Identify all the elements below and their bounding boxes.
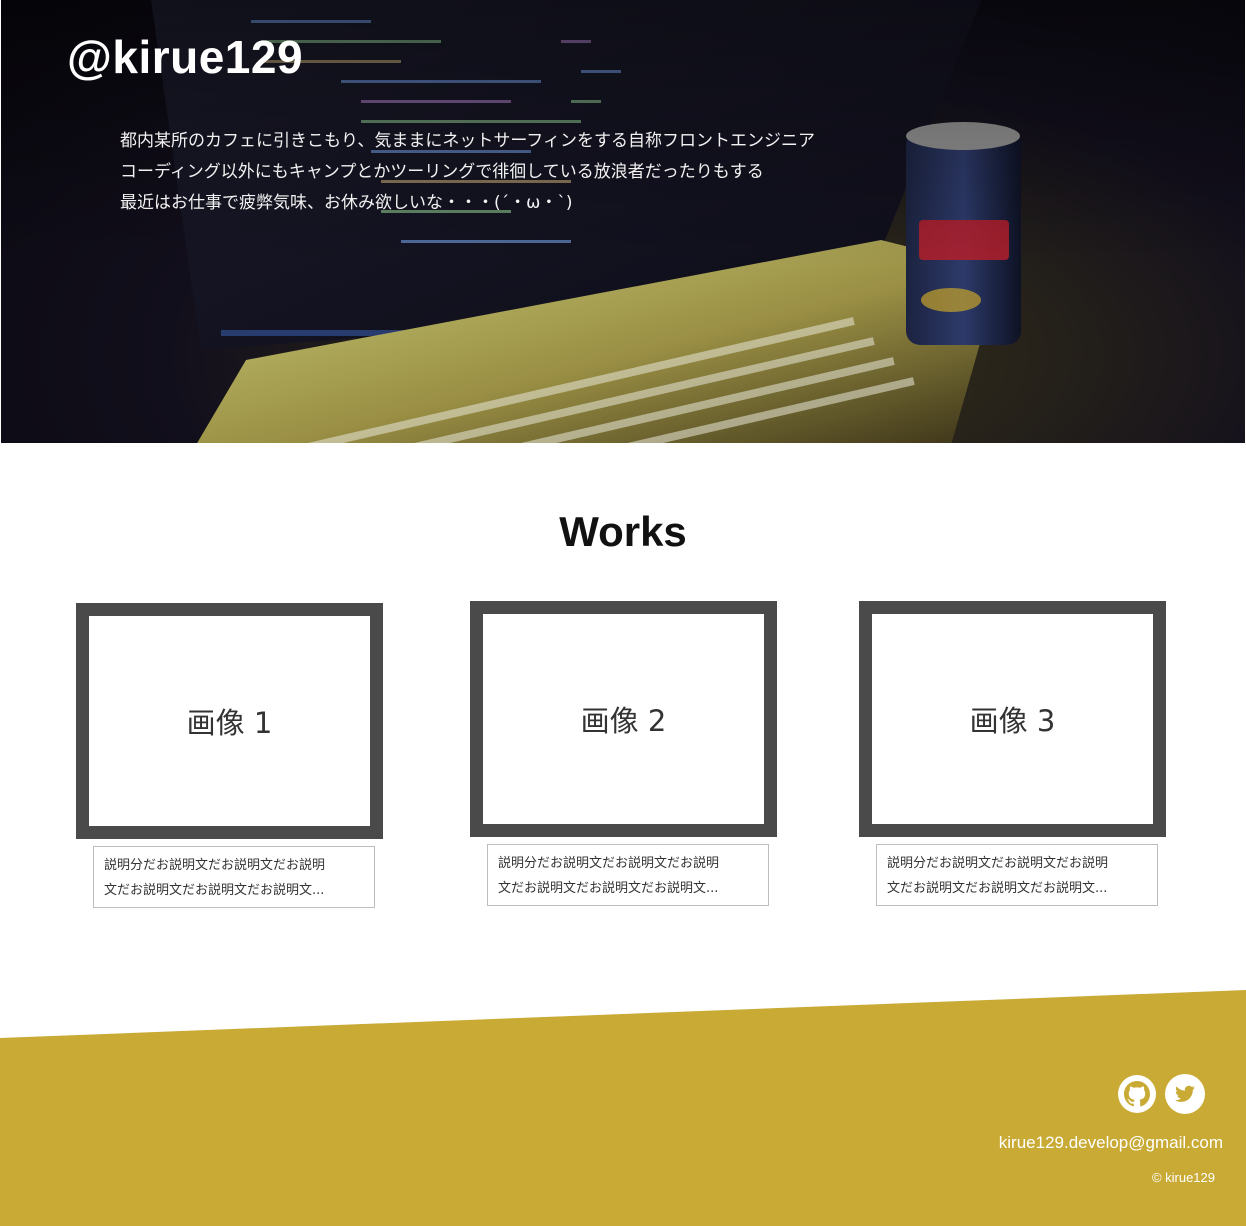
work-image-label: 画像 3 [969,704,1056,738]
github-link[interactable] [1117,1074,1157,1114]
copyright-text: © kirue129 [1151,1170,1215,1185]
intro-line: コーディング以外にもキャンプとかツーリングで徘徊している放浪者だったりもする [120,162,764,182]
work-description: 説明分だお説明文だお説明文だお説明 文だお説明文だお説明文だお説明文... [876,844,1158,906]
work-description-line: 文だお説明文だお説明文だお説明文... [498,881,719,896]
work-description-line: 説明分だお説明文だお説明文だお説明 [887,856,1109,871]
intro-line: 最近はお仕事で疲弊気味、お休み欲しいな・・・(´・ω・`) [120,193,573,213]
intro-line: 都内某所のカフェに引きこもり、気ままにネットサーフィンをする自称フロントエンジニ… [120,131,815,151]
page: @kirue129 都内某所のカフェに引きこもり、気ままにネットサーフィンをする… [0,0,1246,1226]
github-icon [1118,1075,1156,1113]
work-description-line: 文だお説明文だお説明文だお説明文... [887,881,1108,896]
work-description-line: 文だお説明文だお説明文だお説明文... [104,883,325,898]
work-description-line: 説明分だお説明文だお説明文だお説明 [498,856,720,871]
site-title: @kirue129 [67,31,304,83]
work-card-2[interactable]: 画像 2 [470,601,777,837]
work-description-line: 説明分だお説明文だお説明文だお説明 [104,858,326,873]
intro-text: 都内某所のカフェに引きこもり、気ままにネットサーフィンをする自称フロントエンジニ… [120,126,940,219]
work-card-3[interactable]: 画像 3 [859,601,1166,837]
hero-section: @kirue129 都内某所のカフェに引きこもり、気ままにネットサーフィンをする… [1,0,1245,443]
twitter-link[interactable] [1164,1074,1206,1114]
twitter-icon [1165,1074,1205,1114]
work-image-placeholder[interactable]: 画像 1 [76,603,383,839]
works-heading: Works [559,508,687,555]
work-description: 説明分だお説明文だお説明文だお説明 文だお説明文だお説明文だお説明文... [93,846,375,908]
work-card-1[interactable]: 画像 1 [76,603,383,839]
footer-background [0,990,1246,1226]
work-image-label: 画像 2 [580,704,667,738]
work-description: 説明分だお説明文だお説明文だお説明 文だお説明文だお説明文だお説明文... [487,844,769,906]
work-image-placeholder[interactable]: 画像 3 [859,601,1166,837]
contact-email-link[interactable]: kirue129.develop@gmail.com [999,1133,1223,1153]
work-image-label: 画像 1 [186,706,273,740]
work-image-placeholder[interactable]: 画像 2 [470,601,777,837]
